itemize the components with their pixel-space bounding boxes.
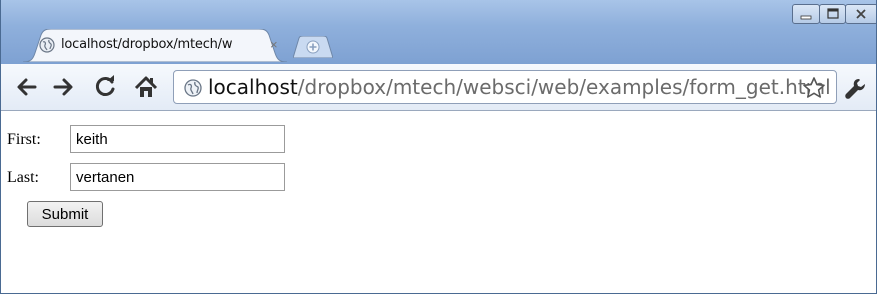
- maximize-icon[interactable]: [819, 4, 846, 24]
- address-bar[interactable]: localhost/dropbox/mtech/websci/web/examp…: [173, 70, 837, 104]
- browser-toolbar: localhost/dropbox/mtech/websci/web/examp…: [1, 64, 876, 111]
- first-name-input[interactable]: [70, 125, 285, 153]
- home-icon[interactable]: [133, 74, 159, 100]
- window-close-icon[interactable]: [845, 4, 876, 24]
- back-icon[interactable]: [13, 74, 39, 100]
- url-path: /dropbox/mtech/websci/web/examples/form_…: [297, 75, 831, 99]
- globe-icon: [184, 79, 202, 97]
- url-host: localhost: [208, 75, 298, 99]
- last-name-input[interactable]: [70, 163, 285, 191]
- title-bar: localhost/dropbox/mtech/w ×: [1, 0, 876, 64]
- reload-icon[interactable]: [93, 74, 119, 100]
- new-tab-icon[interactable]: [293, 36, 333, 58]
- last-row: Last:: [7, 169, 39, 187]
- tab-title: localhost/dropbox/mtech/w: [61, 37, 233, 52]
- browser-tab[interactable]: localhost/dropbox/mtech/w ×: [23, 29, 287, 62]
- last-label: Last:: [7, 169, 39, 186]
- submit-button[interactable]: Submit: [27, 201, 103, 227]
- browser-window: localhost/dropbox/mtech/w × localhost/dr…: [0, 0, 877, 294]
- globe-icon: [39, 37, 55, 53]
- first-row: First:: [7, 131, 41, 149]
- bookmark-star-icon[interactable]: [802, 76, 826, 100]
- wrench-icon[interactable]: [843, 76, 869, 102]
- minimize-icon[interactable]: [792, 4, 820, 24]
- page-content: First: Last: Submit: [1, 111, 876, 293]
- close-icon[interactable]: ×: [270, 37, 278, 52]
- forward-icon[interactable]: [51, 74, 77, 100]
- first-label: First:: [7, 131, 41, 148]
- address-url: localhost/dropbox/mtech/websci/web/examp…: [208, 75, 831, 99]
